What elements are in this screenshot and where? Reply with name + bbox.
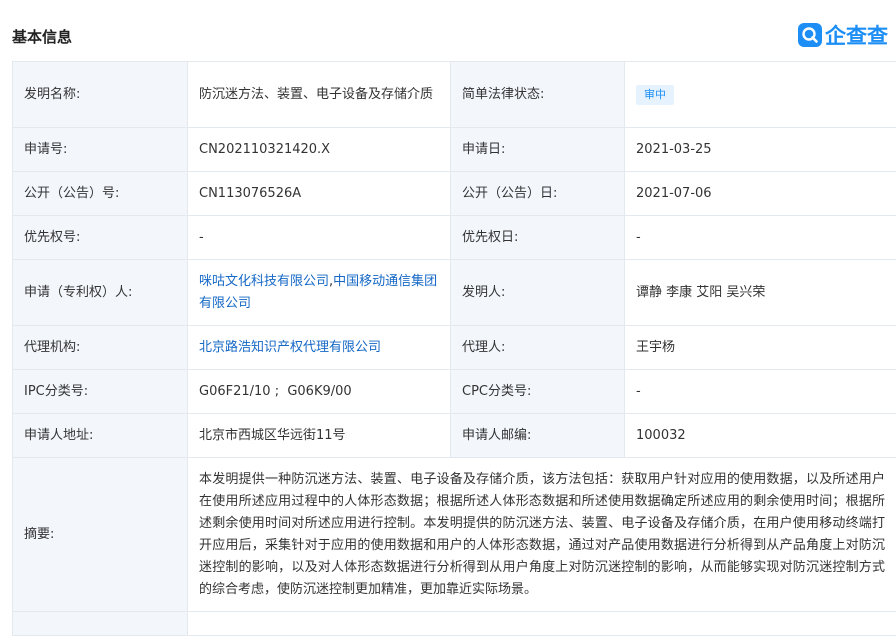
table-row: 申请（专利权）人: 咪咕文化科技有限公司,中国移动通信集团有限公司 发明人: 谭… (13, 260, 896, 326)
label-pub-date: 公开（公告）日: (451, 172, 625, 216)
label-agency: 代理机构: (13, 326, 188, 370)
label-priority-no: 优先权号: (13, 216, 188, 260)
status-badge: 审中 (636, 85, 674, 105)
label-invention-name: 发明名称: (13, 62, 188, 128)
table-row (13, 612, 896, 636)
qcc-logo-icon (798, 23, 822, 47)
table-row: 申请人地址: 北京市西城区华远街11号 申请人邮编: 100032 (13, 414, 896, 458)
value-agent: 王宇杨 (625, 326, 896, 370)
label-app-date: 申请日: (451, 128, 625, 172)
patent-info-table: 发明名称: 防沉迷方法、装置、电子设备及存储介质 简单法律状态: 审中 申请号:… (12, 61, 896, 636)
value-applicant: 咪咕文化科技有限公司,中国移动通信集团有限公司 (188, 260, 451, 326)
label-postcode: 申请人邮编: (451, 414, 625, 458)
value-priority-no: - (188, 216, 451, 260)
value-invention-name: 防沉迷方法、装置、电子设备及存储介质 (188, 62, 451, 128)
table-row: 优先权号: - 优先权日: - (13, 216, 896, 260)
value-ipc: G06F21/10 ; G06K9/00 (188, 370, 451, 414)
value-postcode: 100032 (625, 414, 896, 458)
value-priority-date: - (625, 216, 896, 260)
label-ipc: IPC分类号: (13, 370, 188, 414)
logo-text: 企查查 (825, 20, 888, 50)
value-address: 北京市西城区华远街11号 (188, 414, 451, 458)
table-row: 公开（公告）号: CN113076526A 公开（公告）日: 2021-07-0… (13, 172, 896, 216)
value-pub-date: 2021-07-06 (625, 172, 896, 216)
value-abstract: 本发明提供一种防沉迷方法、装置、电子设备及存储介质，该方法包括：获取用户针对应用… (188, 458, 896, 612)
label-cpc: CPC分类号: (451, 370, 625, 414)
label-inventor: 发明人: (451, 260, 625, 326)
page-title: 基本信息 (12, 26, 72, 47)
label-pub-no: 公开（公告）号: (13, 172, 188, 216)
value-inventor: 谭静 李康 艾阳 吴兴荣 (625, 260, 896, 326)
table-row: 发明名称: 防沉迷方法、装置、电子设备及存储介质 简单法律状态: 审中 (13, 62, 896, 128)
header: 基本信息 企查查 (0, 0, 896, 62)
agency-link[interactable]: 北京路浩知识产权代理有限公司 (199, 340, 381, 355)
label-priority-date: 优先权日: (451, 216, 625, 260)
applicant-link-migu[interactable]: 咪咕文化科技有限公司 (199, 274, 329, 289)
empty-value-cell (188, 612, 896, 636)
value-app-date: 2021-03-25 (625, 128, 896, 172)
value-cpc: - (625, 370, 896, 414)
table-row: IPC分类号: G06F21/10 ; G06K9/00 CPC分类号: - (13, 370, 896, 414)
qcc-logo[interactable]: 企查查 (798, 20, 888, 50)
value-legal-status-cell: 审中 (625, 62, 896, 128)
label-app-no: 申请号: (13, 128, 188, 172)
label-applicant: 申请（专利权）人: (13, 260, 188, 326)
label-legal-status: 简单法律状态: (451, 62, 625, 128)
label-agent: 代理人: (451, 326, 625, 370)
value-pub-no: CN113076526A (188, 172, 451, 216)
value-agency-cell: 北京路浩知识产权代理有限公司 (188, 326, 451, 370)
empty-label-cell (13, 612, 188, 636)
label-address: 申请人地址: (13, 414, 188, 458)
value-app-no: CN202110321420.X (188, 128, 451, 172)
table-row: 申请号: CN202110321420.X 申请日: 2021-03-25 (13, 128, 896, 172)
label-abstract: 摘要: (13, 458, 188, 612)
table-row: 摘要: 本发明提供一种防沉迷方法、装置、电子设备及存储介质，该方法包括：获取用户… (13, 458, 896, 612)
table-row: 代理机构: 北京路浩知识产权代理有限公司 代理人: 王宇杨 (13, 326, 896, 370)
